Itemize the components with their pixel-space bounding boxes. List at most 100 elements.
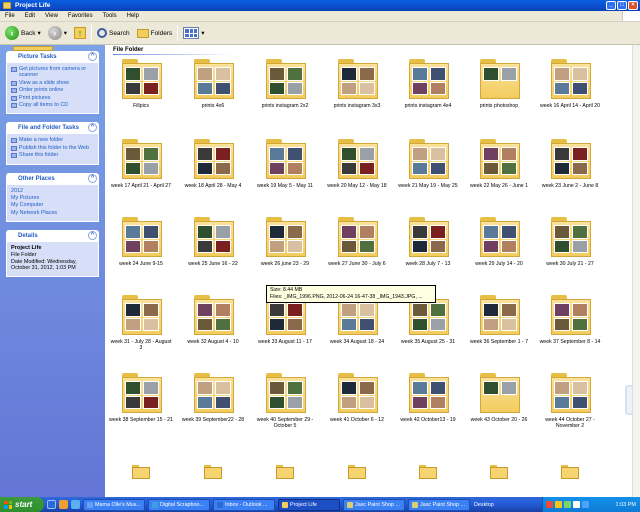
folder-thumbnail-icon (266, 217, 306, 257)
menu-edit[interactable]: Edit (20, 13, 40, 19)
network-icon[interactable] (582, 501, 589, 508)
picture-task-link[interactable]: Print pictures (11, 95, 94, 101)
desktop-toolbar-label[interactable]: Desktop (474, 502, 494, 508)
app-icon (412, 501, 418, 508)
menu-tools[interactable]: Tools (98, 13, 122, 19)
taskbar-button-label: Jasc Paint Shop ... (420, 501, 465, 508)
tooltip-size: Size: 8.44 MB (270, 287, 303, 293)
picture-task-link[interactable]: Order prints online (11, 87, 94, 94)
folder-label: week 24 June 9-15 (119, 261, 163, 267)
file-task-link[interactable]: Publish this folder to the Web (11, 145, 94, 151)
start-button[interactable]: start (0, 497, 44, 512)
other-places-header[interactable]: Other Places ^ (6, 172, 99, 185)
folder-label: prints instagram 4x4 (404, 103, 452, 109)
taskbar-button[interactable]: Inbox - Outlook ... (213, 498, 275, 511)
maximize-button[interactable]: □ (617, 1, 627, 10)
taskbar-button[interactable]: Digital Scrapboo... (148, 498, 210, 511)
task-link-label: Order prints online (19, 87, 64, 94)
up-folder-icon: ↑ (73, 27, 86, 39)
folder-icon (132, 465, 150, 479)
taskbar: start Mama Olle's Mus... Digital Scrapboo… (0, 497, 640, 512)
views-button[interactable]: ▾ (181, 24, 206, 42)
file-folder-tasks-header[interactable]: File and Folder Tasks ^ (6, 122, 99, 135)
folder-thumbnail-icon (551, 373, 591, 413)
minimize-button[interactable]: _ (606, 1, 616, 10)
chevron-up-icon[interactable]: ^ (88, 52, 97, 61)
up-folder-button[interactable]: ↑ (72, 24, 88, 42)
file-task-link[interactable]: Share this folder (11, 152, 94, 159)
folder-label: week 30 July 21 - 27 (546, 261, 594, 267)
picture-task-link[interactable]: Get pictures from camera or scanner (11, 66, 94, 79)
folder-grid: Fillpics prints 4x6 prints instagram 2x2 pr… (105, 45, 640, 497)
title-bar[interactable]: Project Life _ □ × (0, 0, 640, 11)
other-place-link[interactable]: My Network Places (11, 46, 94, 216)
taskbar-button[interactable]: Project Life (278, 498, 340, 511)
search-icon (96, 28, 107, 38)
task-link-label: Share this folder (19, 152, 59, 159)
chevron-up-icon[interactable]: ^ (88, 173, 97, 183)
folder-thumbnail-icon (338, 139, 378, 179)
picture-tasks-header[interactable]: Picture Tasks ^ (6, 51, 99, 63)
details-panel: Details ^ Project Life File Folder Date … (6, 230, 99, 278)
clock[interactable]: 1:03 PM (616, 502, 636, 508)
folder-icon (204, 465, 222, 479)
folder-thumbnail-icon (194, 295, 234, 335)
ie-icon[interactable] (71, 500, 80, 509)
details-header[interactable]: Details ^ (6, 230, 99, 243)
folder-icon (3, 2, 11, 9)
forward-button[interactable]: › ▾ (46, 24, 69, 42)
details-modified: Date Modified: Wednesday, October 31, 20… (11, 258, 77, 272)
windows-flag-icon (4, 500, 12, 509)
folder-label: week 43 October 20 - 26 (470, 417, 528, 423)
chevron-up-icon[interactable]: ^ (88, 231, 97, 241)
back-button[interactable]: ‹ Back ▾ (3, 24, 43, 42)
task-icon (11, 67, 17, 72)
folder-label: week 21 May 19 - May 25 (398, 183, 458, 189)
tray-icon[interactable] (546, 501, 553, 508)
folder-thumbnail-icon (338, 217, 378, 257)
folder-label: Fillpics (133, 103, 149, 109)
folder-label: week 36 September 1 - 7 (470, 339, 528, 345)
picture-task-link[interactable]: View as a slide show (11, 80, 94, 86)
folders-button[interactable]: Folders (135, 24, 175, 42)
file-folder-tasks-panel: File and Folder Tasks ^ Make a new folde… (6, 122, 99, 165)
menu-help[interactable]: Help (122, 13, 144, 19)
back-arrow-icon: ‹ (5, 26, 19, 40)
vertical-scrollbar[interactable] (632, 45, 640, 497)
close-button[interactable]: × (628, 1, 638, 10)
other-place-link[interactable]: My Computer (11, 46, 94, 208)
picture-task-link[interactable]: Copy all items to CD (11, 102, 94, 109)
firefox-icon[interactable] (59, 500, 68, 509)
other-place-link[interactable]: 2012 (11, 46, 94, 194)
folder-label: week 28 July 7 - 13 (405, 261, 451, 267)
chevron-up-icon[interactable]: ^ (88, 123, 97, 133)
tray-icon[interactable] (555, 501, 562, 508)
file-view: Fillpics prints 4x6 prints instagram 2x2 pr… (105, 45, 640, 497)
menu-file[interactable]: File (0, 13, 20, 19)
tray-icon[interactable] (564, 501, 571, 508)
menu-view[interactable]: View (40, 13, 63, 19)
file-task-link[interactable]: Make a new folder (11, 137, 94, 144)
folder-label: week 31 - July 28 - August 3 (110, 339, 172, 351)
volume-icon[interactable] (573, 501, 580, 508)
folder-thumbnail-icon (409, 373, 449, 413)
taskbar-button[interactable]: Mama Olle's Mus... (83, 498, 145, 511)
task-icon (11, 138, 17, 144)
task-link-label: My Network Places (11, 209, 58, 216)
folder-thumbnail-icon (480, 295, 520, 335)
picture-tasks-title: Picture Tasks (18, 54, 57, 60)
explorer-window: Project Life _ □ × File Edit View Favori… (0, 0, 640, 497)
show-desktop-icon[interactable] (47, 500, 56, 509)
taskbar-button[interactable]: Jasc Paint Shop ... (343, 498, 405, 511)
folder-thumbnail-icon (551, 59, 591, 99)
menu-favorites[interactable]: Favorites (63, 13, 98, 19)
search-button[interactable]: Search (95, 24, 132, 42)
folder-label: week 37 September 8 - 14 (539, 339, 601, 345)
other-place-link[interactable]: My Pictures (11, 46, 94, 201)
start-label: start (15, 500, 33, 509)
folder-label: week 26 june 23 - 29 (260, 261, 310, 267)
folder-thumbnail-icon (338, 373, 378, 413)
task-link-label: View as a slide show (19, 79, 69, 86)
taskbar-button[interactable]: Jasc Paint Shop ... (408, 498, 470, 511)
folder-label: week 25 June 16 - 22 (188, 261, 238, 267)
